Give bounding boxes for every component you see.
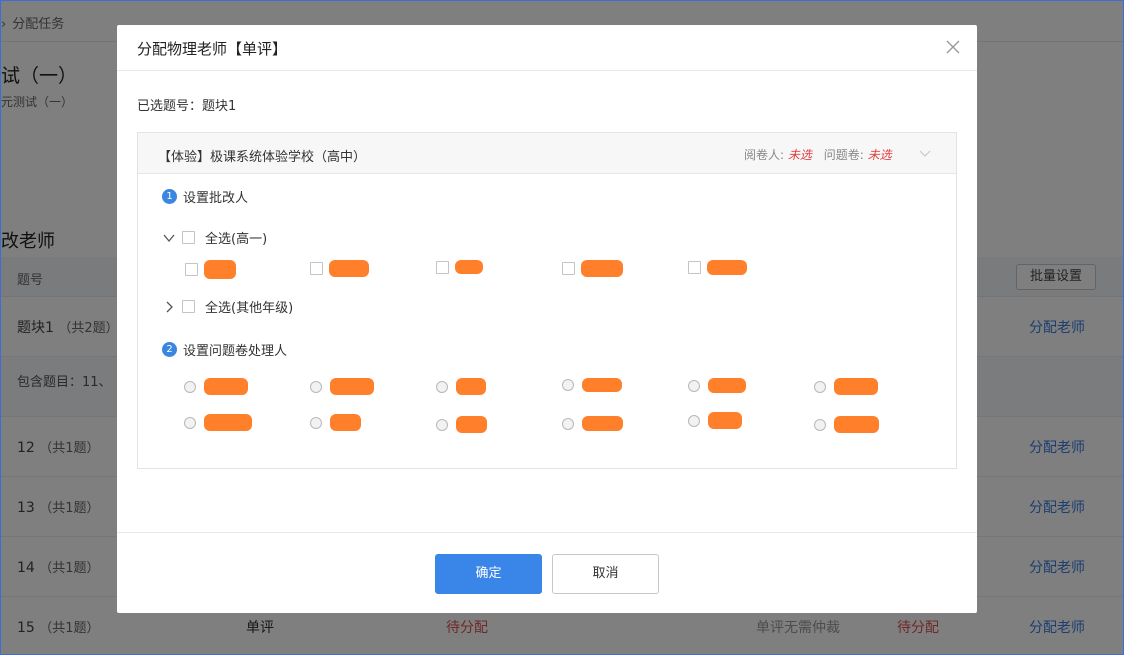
redacted-name bbox=[707, 260, 747, 275]
group-label: 全选(其他年级) bbox=[205, 301, 294, 316]
redacted-name bbox=[330, 378, 374, 395]
issue-status: 未选 bbox=[867, 148, 892, 162]
chevron-down-icon[interactable] bbox=[162, 231, 176, 245]
redacted-name bbox=[708, 378, 746, 393]
step-1-label: 设置批改人 bbox=[183, 191, 249, 206]
radio[interactable] bbox=[184, 416, 196, 429]
redacted-name bbox=[330, 414, 361, 431]
redacted-name bbox=[329, 260, 369, 277]
step-number-badge: 2 bbox=[162, 342, 177, 357]
redacted-name bbox=[708, 412, 742, 429]
radio[interactable] bbox=[436, 418, 448, 431]
group-label: 全选(高一) bbox=[205, 232, 268, 247]
redacted-name bbox=[456, 416, 487, 433]
handler-radio[interactable] bbox=[562, 416, 623, 431]
redacted-name bbox=[582, 378, 622, 392]
handler-radio[interactable] bbox=[436, 416, 487, 433]
handler-radio[interactable] bbox=[814, 378, 878, 395]
checkbox[interactable] bbox=[688, 261, 701, 274]
dialog-footer: 确定 取消 bbox=[117, 532, 977, 613]
handler-radio[interactable] bbox=[688, 412, 742, 429]
close-icon[interactable] bbox=[945, 39, 961, 55]
teacher-checkbox[interactable] bbox=[436, 260, 483, 274]
handler-radio[interactable] bbox=[184, 378, 248, 395]
radio[interactable] bbox=[814, 418, 826, 431]
redacted-name bbox=[204, 378, 248, 395]
chevron-right-icon[interactable] bbox=[162, 300, 176, 314]
handler-radio[interactable] bbox=[688, 378, 746, 393]
handler-radio[interactable] bbox=[310, 414, 361, 431]
redacted-name bbox=[204, 260, 236, 279]
redacted-name bbox=[455, 260, 483, 274]
teacher-checkbox[interactable] bbox=[310, 260, 369, 277]
grade-group-2: 全选(其他年级) bbox=[162, 297, 293, 316]
teacher-checkbox[interactable] bbox=[185, 260, 236, 279]
radio[interactable] bbox=[688, 414, 700, 427]
school-panel-header[interactable]: 【体验】极课系统体验学校（高中） 阅卷人: 未选 问题卷: 未选 bbox=[138, 133, 956, 174]
chevron-down-icon[interactable] bbox=[918, 146, 932, 160]
step-2: 2 设置问题卷处理人 bbox=[162, 340, 287, 359]
handler-radio[interactable] bbox=[436, 378, 486, 395]
handler-radio[interactable] bbox=[562, 378, 622, 392]
redacted-name bbox=[456, 378, 486, 395]
select-all-checkbox[interactable] bbox=[182, 231, 195, 244]
school-name: 【体验】极课系统体验学校（高中） bbox=[158, 150, 367, 165]
teacher-checkbox[interactable] bbox=[688, 260, 747, 275]
dialog-header: 分配物理老师【单评】 bbox=[117, 25, 977, 71]
radio[interactable] bbox=[310, 416, 322, 429]
redacted-name bbox=[581, 260, 623, 277]
checkbox[interactable] bbox=[310, 262, 323, 275]
redacted-name bbox=[834, 416, 879, 433]
selected-questions: 已选题号：题块1 bbox=[137, 99, 237, 114]
selection-summary: 阅卷人: 未选 问题卷: 未选 bbox=[744, 148, 892, 162]
handler-radio[interactable] bbox=[184, 414, 252, 431]
school-panel: 【体验】极课系统体验学校（高中） 阅卷人: 未选 问题卷: 未选 1 设置批改人… bbox=[137, 132, 957, 469]
checkbox[interactable] bbox=[562, 262, 575, 275]
handler-radio[interactable] bbox=[310, 378, 374, 395]
confirm-button[interactable]: 确定 bbox=[435, 554, 542, 594]
redacted-name bbox=[204, 414, 252, 431]
grade-group-1: 全选(高一) bbox=[162, 228, 267, 247]
radio[interactable] bbox=[814, 380, 826, 393]
radio[interactable] bbox=[562, 417, 574, 430]
step-number-badge: 1 bbox=[162, 189, 177, 204]
checkbox[interactable] bbox=[436, 260, 449, 274]
teacher-checkbox[interactable] bbox=[562, 260, 623, 277]
cancel-button[interactable]: 取消 bbox=[552, 554, 659, 594]
radio[interactable] bbox=[310, 380, 322, 393]
handler-radio[interactable] bbox=[814, 416, 879, 433]
select-all-checkbox[interactable] bbox=[182, 300, 195, 313]
radio[interactable] bbox=[436, 380, 448, 393]
radio[interactable] bbox=[562, 379, 574, 391]
checkbox[interactable] bbox=[185, 263, 198, 276]
redacted-name bbox=[582, 416, 623, 431]
radio[interactable] bbox=[688, 379, 700, 392]
dialog-title: 分配物理老师【单评】 bbox=[137, 40, 288, 58]
step-1: 1 设置批改人 bbox=[162, 187, 248, 206]
radio[interactable] bbox=[184, 380, 196, 393]
reader-status: 未选 bbox=[787, 148, 812, 162]
redacted-name bbox=[834, 378, 878, 395]
step-2-label: 设置问题卷处理人 bbox=[183, 344, 288, 359]
assign-teacher-dialog: 分配物理老师【单评】 已选题号：题块1 【体验】极课系统体验学校（高中） 阅卷人… bbox=[117, 25, 977, 613]
